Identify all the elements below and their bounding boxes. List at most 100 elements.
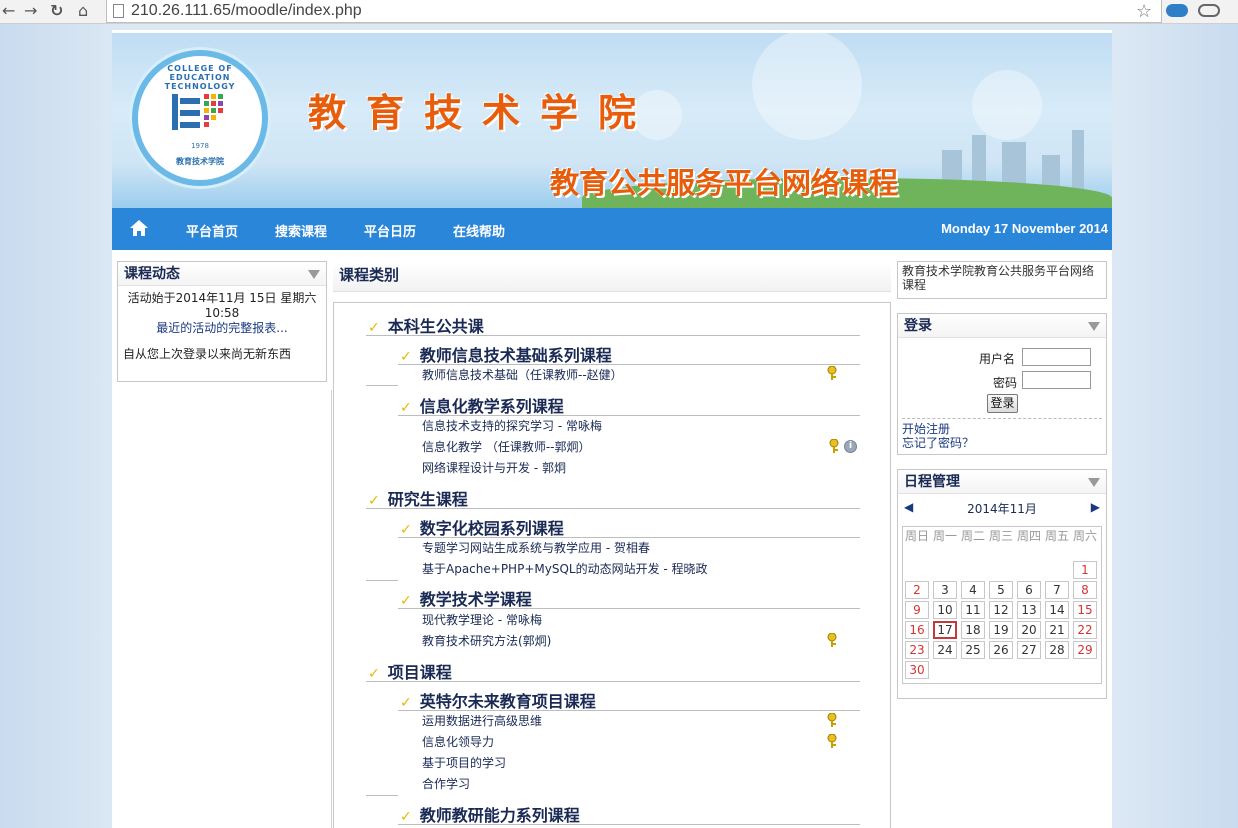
site-description: 教育技术学院教育公共服务平台网络课程	[897, 261, 1107, 299]
calendar-day[interactable]: 2	[905, 581, 929, 599]
nav-search-courses[interactable]: 搜索课程	[275, 221, 327, 240]
check-icon: ✓	[400, 349, 412, 365]
url-text: 210.26.111.65/moodle/index.php	[131, 2, 362, 19]
course-link[interactable]: 信息化领导力	[422, 733, 494, 750]
subcategory-digital-campus[interactable]: ✓ 数字化校园系列课程	[400, 515, 564, 539]
calendar-day[interactable]: 9	[905, 601, 929, 619]
address-bar[interactable]: 210.26.111.65/moodle/index.php	[106, 0, 1162, 23]
check-icon: ✓	[400, 809, 412, 825]
calendar-day[interactable]: 26	[989, 641, 1013, 659]
reload-icon[interactable]: ↻	[50, 2, 63, 20]
calendar-day[interactable]: 4	[961, 581, 985, 599]
subcategory-teacher-research[interactable]: ✓ 教师教研能力系列课程	[400, 802, 580, 826]
nav-online-help[interactable]: 在线帮助	[453, 221, 505, 240]
course-link[interactable]: 基于Apache+PHP+MySQL的动态网站开发 - 程晓政	[422, 560, 708, 577]
weekday-header: 周六	[1073, 529, 1098, 543]
calendar-block: 日程管理 2014年11月 ◀ ▶ 周日 周一 周二 周三 周四 周五 周六 1 2 3 4 5 6 7 8…	[897, 469, 1107, 699]
login-block: 登录 用户名 密码 登录 开始注册 忘记了密码？	[897, 313, 1107, 455]
course-link[interactable]: 合作学习	[422, 775, 470, 792]
subcategory-teacher-it[interactable]: ✓ 教师信息技术基础系列课程	[400, 342, 612, 366]
calendar-day-today[interactable]: 17	[933, 621, 957, 639]
calendar-grid: 周日 周一 周二 周三 周四 周五 周六 1 2 3 4 5 6 7 8 9 10 11 12 13 14 15 16 17 1…	[902, 526, 1102, 684]
calendar-day[interactable]: 14	[1045, 601, 1069, 619]
block-title: 登录	[898, 314, 1106, 338]
calendar-day[interactable]: 16	[905, 621, 929, 639]
category-undergrad[interactable]: ✓ 本科生公共课	[368, 313, 484, 337]
course-link[interactable]: 教育技术研究方法(郭炯)	[422, 632, 551, 649]
course-categories-title: 课程类别	[333, 262, 891, 292]
calendar-day[interactable]: 10	[933, 601, 957, 619]
calendar-day[interactable]: 15	[1073, 601, 1097, 619]
activity-since-text: 活动始于2014年11月 15日 星期六 10:58	[127, 291, 317, 320]
forgot-password-link[interactable]: 忘记了密码？	[902, 434, 974, 451]
calendar-day[interactable]: 19	[989, 621, 1013, 639]
college-logo[interactable]: COLLEGE OF EDUCATION TECHNOLOGY 1978 教育技…	[132, 50, 268, 186]
collapse-triangle-icon[interactable]	[1088, 478, 1100, 487]
subcategory-info-teaching[interactable]: ✓ 信息化教学系列课程	[400, 393, 564, 417]
username-input[interactable]	[1022, 348, 1091, 366]
calendar-month: 2014年11月	[967, 502, 1037, 516]
main-navbar: 平台首页 搜索课程 平台日历 在线帮助 Monday 17 November 2…	[112, 208, 1112, 250]
calendar-day[interactable]: 28	[1045, 641, 1069, 659]
calendar-day[interactable]: 12	[989, 601, 1013, 619]
category-graduate[interactable]: ✓ 研究生课程	[368, 486, 468, 510]
course-link[interactable]: 教师信息技术基础（任课教师--赵健）	[422, 366, 623, 383]
weekday-header: 周五	[1045, 529, 1070, 543]
calendar-day[interactable]: 8	[1073, 581, 1097, 599]
nav-platform-home[interactable]: 平台首页	[186, 221, 238, 240]
subcategory-intel-future[interactable]: ✓ 英特尔未来教育项目课程	[400, 688, 596, 712]
calendar-day[interactable]: 18	[961, 621, 985, 639]
calendar-day[interactable]: 23	[905, 641, 929, 659]
nav-platform-calendar[interactable]: 平台日历	[364, 221, 416, 240]
prev-month-arrow-icon[interactable]: ◀	[904, 500, 913, 514]
calendar-day[interactable]: 13	[1017, 601, 1041, 619]
check-icon: ✓	[368, 493, 380, 509]
check-icon: ✓	[400, 593, 412, 609]
home-icon[interactable]: ⌂	[78, 2, 88, 20]
collapse-triangle-icon[interactable]	[1088, 322, 1100, 331]
course-link[interactable]: 网络课程设计与开发 - 郭炯	[422, 459, 566, 476]
calendar-day[interactable]: 7	[1045, 581, 1069, 599]
calendar-day[interactable]: 22	[1073, 621, 1097, 639]
password-input[interactable]	[1022, 371, 1091, 389]
calendar-day[interactable]: 1	[1073, 561, 1097, 579]
home-icon[interactable]	[130, 220, 148, 236]
cloud-outline-icon[interactable]	[1198, 4, 1220, 17]
calendar-day[interactable]: 5	[989, 581, 1013, 599]
subcategory-instructional-tech[interactable]: ✓ 教学技术学课程	[400, 586, 532, 610]
key-icon	[827, 713, 837, 727]
course-link[interactable]: 信息化教学 （任课教师--郭炯）	[422, 438, 590, 455]
calendar-day[interactable]: 21	[1045, 621, 1069, 639]
calendar-day[interactable]: 3	[933, 581, 957, 599]
no-news-text: 自从您上次登录以来尚无新东西	[123, 347, 292, 361]
calendar-day[interactable]: 11	[961, 601, 985, 619]
collapse-triangle-icon[interactable]	[308, 270, 320, 279]
calendar-day[interactable]: 20	[1017, 621, 1041, 639]
calendar-day[interactable]: 27	[1017, 641, 1041, 659]
calendar-day[interactable]: 25	[961, 641, 985, 659]
calendar-day[interactable]: 6	[1017, 581, 1041, 599]
back-arrow-icon[interactable]: ←	[2, 2, 15, 20]
forward-arrow-icon[interactable]: →	[24, 2, 37, 20]
banner-title: 教育技术学院	[308, 90, 657, 135]
full-report-link[interactable]: 最近的活动的完整报表...	[118, 321, 326, 336]
calendar-day[interactable]: 24	[933, 641, 957, 659]
category-projects[interactable]: ✓ 项目课程	[368, 659, 452, 683]
bookmark-star-icon[interactable]: ☆	[1136, 1, 1152, 22]
course-link[interactable]: 基于项目的学习	[422, 754, 506, 771]
course-link[interactable]: 现代教学理论 - 常咏梅	[422, 611, 542, 628]
course-link[interactable]: 信息技术支持的探究学习 - 常咏梅	[422, 417, 602, 434]
course-link[interactable]: 专题学习网站生成系统与教学应用 - 贺相春	[422, 539, 650, 556]
logo-mark-icon	[172, 94, 223, 130]
block-title: 课程动态	[118, 262, 326, 286]
calendar-day[interactable]: 30	[905, 661, 929, 679]
course-link[interactable]: 运用数据进行高级思维	[422, 712, 542, 729]
course-categories-list: ✓ 本科生公共课 ✓ 教师信息技术基础系列课程 教师信息技术基础（任课教师--赵健）…	[333, 302, 891, 828]
login-button[interactable]: 登录	[987, 394, 1018, 413]
cloud-icon[interactable]	[1166, 4, 1188, 17]
calendar-day[interactable]: 29	[1073, 641, 1097, 659]
key-icon	[827, 633, 837, 647]
next-month-arrow-icon[interactable]: ▶	[1091, 500, 1100, 514]
site-banner: COLLEGE OF EDUCATION TECHNOLOGY 1978 教育技…	[112, 30, 1112, 208]
info-icon[interactable]: i	[844, 440, 857, 453]
